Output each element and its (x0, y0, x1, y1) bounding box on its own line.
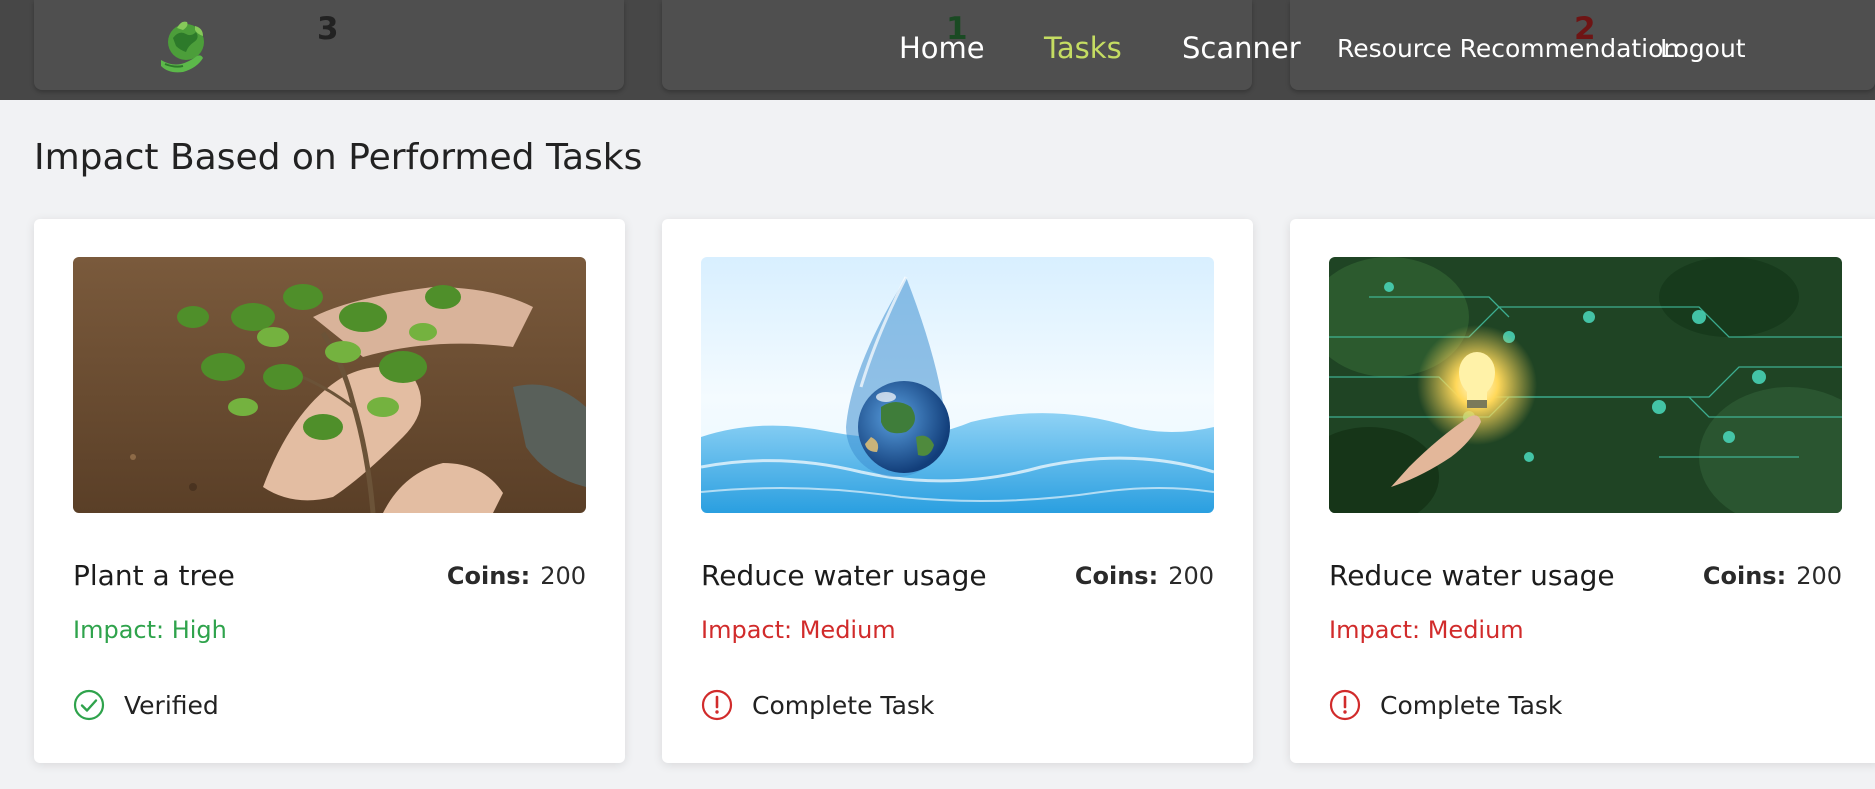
navbar: 3 1 2 Home Tasks Scanner Resource Recomm… (0, 0, 1875, 100)
complete-task-button[interactable]: Complete Task (1329, 688, 1562, 722)
coins-label: Coins: (446, 562, 531, 590)
coins-amount: 200 (540, 562, 586, 590)
coins-label: Coins: (1702, 562, 1787, 590)
water-drop-earth-image (701, 257, 1214, 513)
check-circle-icon (73, 689, 105, 721)
page-title: Impact Based on Performed Tasks (34, 137, 643, 178)
tree-planting-image (73, 257, 586, 513)
coins-label: Coins: (1074, 562, 1159, 590)
coins-value: Coins: 200 (447, 562, 586, 590)
alert-circle-icon (1329, 689, 1361, 721)
coins-value: Coins: 200 (1703, 562, 1842, 590)
nav-tasks[interactable]: Tasks (1044, 34, 1122, 63)
nav-resource-recommendation[interactable]: Resource Recommendation (1337, 36, 1679, 61)
nav-scanner[interactable]: Scanner (1182, 34, 1301, 63)
impact-label: Impact: Medium (701, 616, 896, 644)
task-card: Reduce water usage Coins: 200 Impact: Med… (1290, 219, 1875, 763)
status-label: Complete Task (1380, 690, 1563, 720)
verified-status: Verified (73, 688, 219, 722)
coins-value: Coins: 200 (1075, 562, 1214, 590)
nav-home[interactable]: Home (899, 34, 985, 63)
alert-circle-icon (701, 689, 733, 721)
task-title: Plant a tree (73, 559, 235, 592)
green-energy-lightbulb-image (1329, 257, 1842, 513)
coins-amount: 200 (1796, 562, 1842, 590)
task-card: Plant a tree Coins: 200 Impact: High Veri… (34, 219, 625, 763)
impact-label: Impact: Medium (1329, 616, 1524, 644)
nav-logout[interactable]: Logout (1660, 36, 1746, 61)
complete-task-button[interactable]: Complete Task (701, 688, 934, 722)
rank-third-label: 3 (317, 11, 339, 47)
impact-label: Impact: High (73, 616, 227, 644)
task-title: Reduce water usage (1329, 559, 1615, 592)
task-title: Reduce water usage (701, 559, 987, 592)
task-card: Reduce water usage Coins: 200 Impact: Med… (662, 219, 1253, 763)
status-label: Verified (124, 690, 219, 720)
coins-amount: 200 (1168, 562, 1214, 590)
status-label: Complete Task (752, 690, 935, 720)
eco-earth-logo[interactable] (155, 18, 217, 78)
